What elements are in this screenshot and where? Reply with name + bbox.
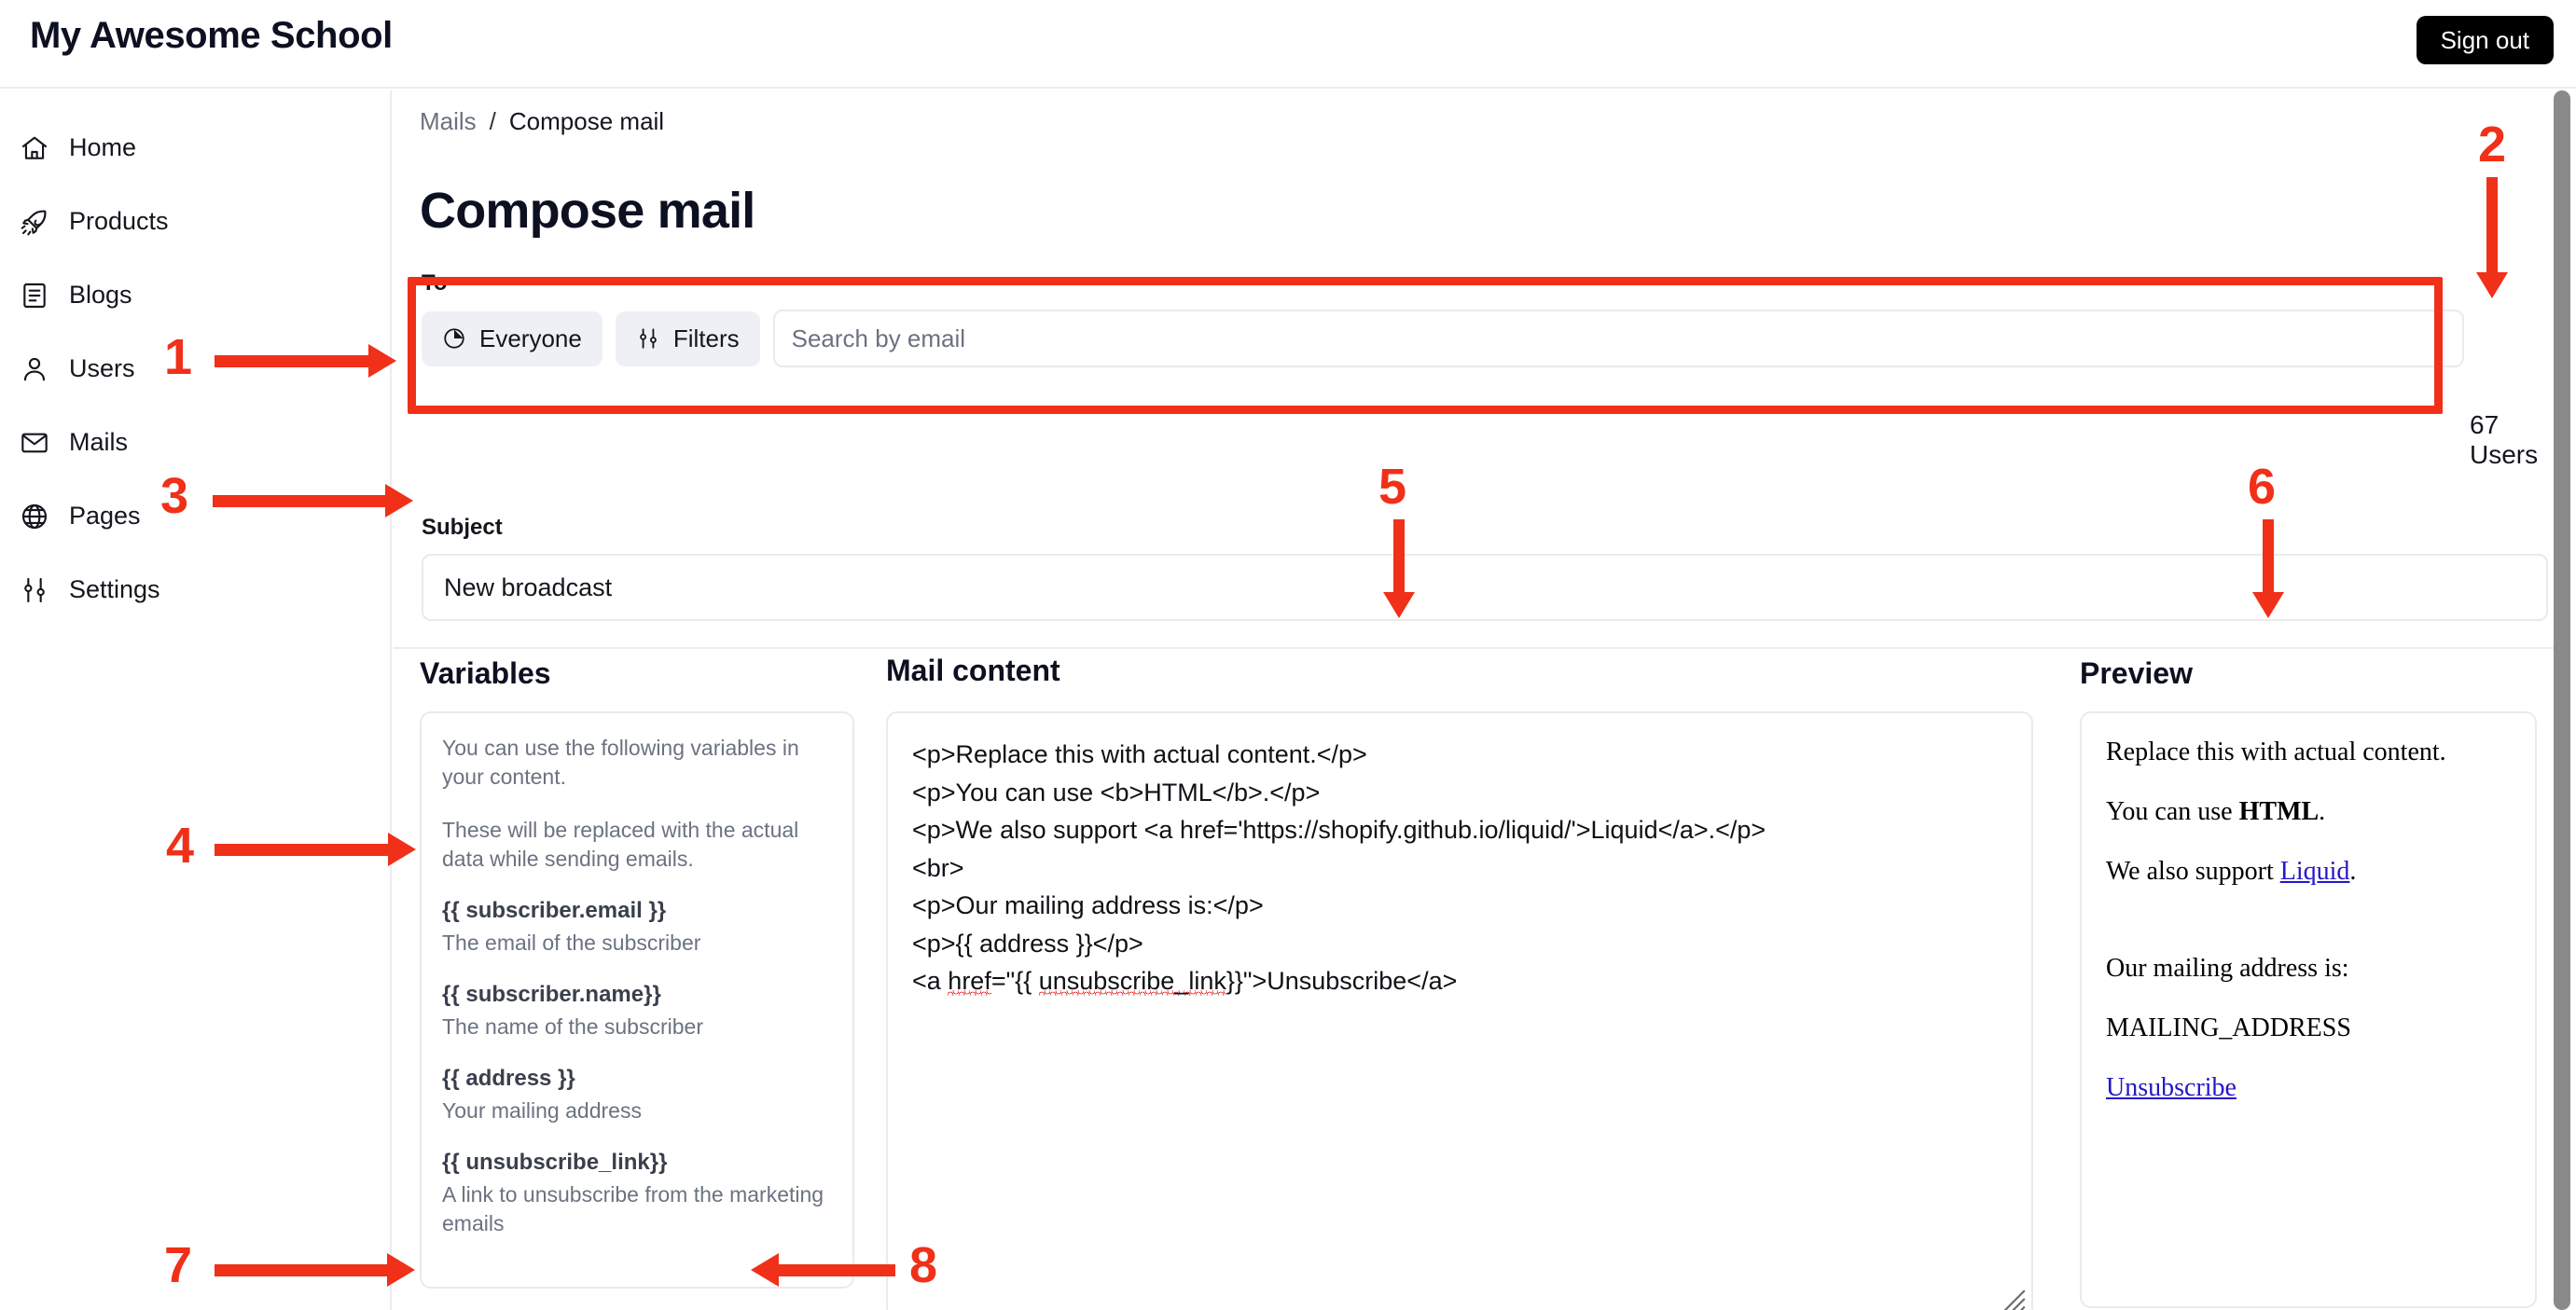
- main-content: Mails / Compose mail Compose mail To Eve…: [394, 90, 2555, 1310]
- sidebar-nav: Home Products Blogs Users Mails Pages Se…: [0, 90, 392, 1310]
- sidebar-item-users[interactable]: Users: [0, 332, 390, 406]
- document-icon: [19, 280, 50, 311]
- liquid-link[interactable]: Liquid: [2280, 857, 2350, 886]
- to-section: To Everyone Filters Search by email: [412, 270, 2464, 367]
- breadcrumb-separator: /: [489, 107, 496, 135]
- breadcrumb-link-mails[interactable]: Mails: [420, 107, 477, 136]
- code-line-unsubscribe: <a href="{{ unsubscribe_link}}">Unsubscr…: [912, 962, 2007, 1000]
- top-bar: My Awesome School Sign out: [0, 0, 2576, 89]
- mail-content-column: Mail content <p>Replace this with actual…: [886, 654, 2033, 1310]
- preview-line-3: We also support Liquid.: [2106, 855, 2511, 888]
- breadcrumb: Mails / Compose mail: [420, 107, 664, 136]
- sidebar-item-home[interactable]: Home: [0, 111, 390, 185]
- variables-note-1: You can use the following variables in y…: [442, 736, 799, 790]
- code-line: <br>: [912, 853, 964, 882]
- variable-name: {{ unsubscribe_link}}: [442, 1150, 668, 1176]
- variable-name: {{ subscriber.email }}: [442, 898, 667, 924]
- variable-item[interactable]: {{ address }} Your mailing address: [442, 1066, 832, 1125]
- section-divider: [394, 647, 2555, 649]
- preview-text: .: [2319, 797, 2326, 826]
- sidebar-item-settings[interactable]: Settings: [0, 553, 390, 627]
- subject-input[interactable]: [422, 554, 2548, 621]
- preview-line-5: MAILING_ADDRESS: [2106, 1014, 2351, 1042]
- pie-chart-icon: [442, 326, 466, 351]
- sidebar-item-label: Settings: [69, 575, 160, 603]
- everyone-button-label: Everyone: [479, 324, 582, 352]
- app-brand-title: My Awesome School: [30, 15, 393, 56]
- search-by-email-input[interactable]: [772, 310, 2464, 367]
- misspelled-unsubscribe-link: unsubscribe_link: [1038, 967, 1226, 995]
- mail-content-heading: Mail content: [886, 654, 1060, 687]
- variable-item[interactable]: {{ unsubscribe_link}} A link to unsubscr…: [442, 1150, 832, 1238]
- page-scrollbar[interactable]: [2554, 90, 2570, 1310]
- sidebar-item-label: Home: [69, 133, 137, 161]
- preview-spacer: [2106, 915, 2511, 952]
- sign-out-button[interactable]: Sign out: [2416, 16, 2554, 64]
- preview-bold-html: HTML: [2238, 797, 2320, 826]
- variable-desc: Your mailing address: [442, 1098, 642, 1124]
- sidebar-item-label: Users: [69, 354, 135, 382]
- breadcrumb-current: Compose mail: [508, 107, 665, 135]
- code-line: <p>We also support <a href='https://shop…: [912, 816, 1766, 844]
- to-controls-row: Everyone Filters: [412, 310, 2464, 367]
- unsubscribe-link[interactable]: Unsubscribe: [2106, 1073, 2237, 1102]
- code-line: <p>Replace this with actual content.</p>: [912, 740, 1367, 768]
- preview-column: Preview Replace this with actual content…: [2080, 656, 2537, 1308]
- variable-item[interactable]: {{ subscriber.name}} The name of the sub…: [442, 982, 832, 1041]
- filters-button[interactable]: Filters: [615, 310, 760, 366]
- subject-label: Subject: [422, 515, 503, 540]
- code-fragment: }}">Unsubscribe</a>: [1226, 967, 1458, 995]
- sidebar-item-blogs[interactable]: Blogs: [0, 258, 390, 332]
- code-line: <p>{{ address }}</p>: [912, 929, 1143, 958]
- sidebar-item-pages[interactable]: Pages: [0, 479, 390, 553]
- preview-line-4: Our mailing address is:: [2106, 954, 2349, 983]
- filters-button-label: Filters: [672, 324, 740, 352]
- preview-line-1: Replace this with actual content.: [2106, 738, 2446, 766]
- sidebar-item-products[interactable]: Products: [0, 185, 390, 258]
- users-count-label: 67 Users: [2470, 410, 2539, 469]
- page-title: Compose mail: [420, 183, 755, 240]
- globe-icon: [19, 501, 50, 532]
- textarea-resize-handle[interactable]: [2002, 1289, 2027, 1310]
- sidebar-item-label: Mails: [69, 428, 129, 456]
- preview-text: .: [2349, 857, 2357, 886]
- code-fragment: <a: [912, 967, 949, 995]
- variable-desc: The email of the subscriber: [442, 931, 701, 956]
- home-icon: [19, 132, 50, 164]
- preview-line-6: Unsubscribe: [2106, 1071, 2511, 1104]
- user-icon: [19, 353, 50, 385]
- preview-box: Replace this with actual content. You ca…: [2080, 711, 2537, 1308]
- app-window: My Awesome School Sign out Home Products…: [0, 0, 2576, 1310]
- code-fragment: ="{{: [990, 967, 1039, 995]
- sliders-icon: [636, 326, 660, 351]
- sidebar-item-label: Products: [69, 207, 169, 235]
- preview-text: You can use: [2106, 797, 2239, 826]
- variables-note-2: These will be replaced with the actual d…: [442, 818, 799, 872]
- preview-text: We also support: [2106, 857, 2280, 886]
- variable-desc: A link to unsubscribe from the marketing…: [442, 1182, 824, 1236]
- sidebar-item-mails[interactable]: Mails: [0, 406, 390, 479]
- variables-heading: Variables: [420, 656, 551, 690]
- sidebar-item-label: Blogs: [69, 281, 132, 309]
- rocket-icon: [19, 206, 50, 238]
- code-line: <p>Our mailing address is:</p>: [912, 891, 1264, 919]
- everyone-button[interactable]: Everyone: [422, 310, 602, 366]
- preview-heading: Preview: [2080, 656, 2193, 690]
- misspelled-href: href: [948, 967, 991, 995]
- mail-content-textarea[interactable]: <p>Replace this with actual content.</p>…: [886, 711, 2033, 1310]
- sliders-icon: [19, 574, 50, 606]
- variable-name: {{ address }}: [442, 1066, 575, 1092]
- variables-box: You can use the following variables in y…: [420, 711, 854, 1289]
- variables-column: Variables You can use the following vari…: [420, 656, 854, 1289]
- to-label: To: [422, 270, 448, 296]
- variable-name: {{ subscriber.name}}: [442, 982, 661, 1008]
- envelope-icon: [19, 427, 50, 459]
- code-line: <p>You can use <b>HTML</b>.</p>: [912, 778, 1321, 807]
- preview-line-2: You can use HTML.: [2106, 795, 2511, 828]
- variable-item[interactable]: {{ subscriber.email }} The email of the …: [442, 898, 832, 958]
- variable-desc: The name of the subscriber: [442, 1014, 703, 1040]
- sidebar-item-label: Pages: [69, 502, 141, 530]
